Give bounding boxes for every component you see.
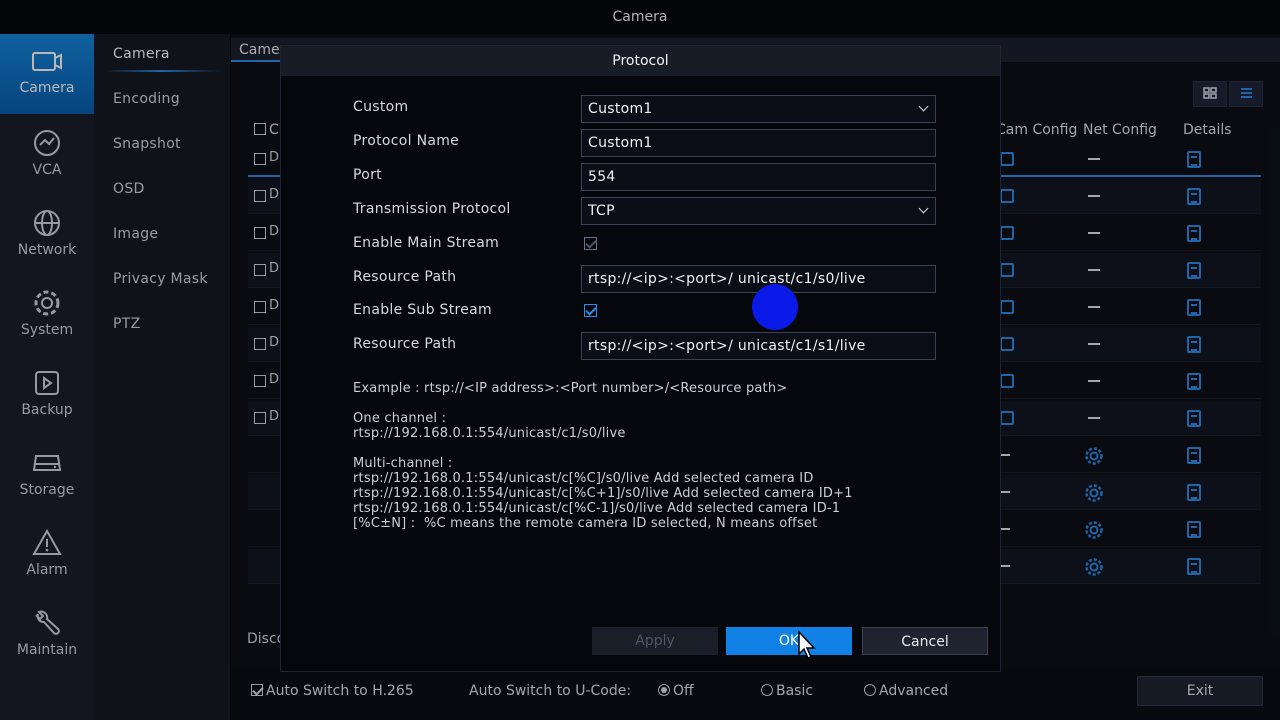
dialog-title: Protocol bbox=[281, 46, 1000, 76]
apply-button[interactable]: Apply bbox=[592, 627, 718, 655]
transmission-protocol-select[interactable]: TCP bbox=[581, 197, 936, 225]
custom-label: Custom bbox=[353, 99, 409, 115]
one-channel-text: One channel : rtsp://192.168.0.1:554/uni… bbox=[353, 411, 626, 441]
ok-button[interactable]: OK bbox=[726, 627, 852, 655]
resource-path-sub-input[interactable]: rtsp://<ip>:<port>/ unicast/c1/s1/live bbox=[581, 332, 936, 360]
example-text: Example : rtsp://<IP address>:<Port numb… bbox=[353, 381, 788, 396]
chevron-down-icon bbox=[918, 101, 929, 112]
protocol-dialog: Protocol Custom Custom1 Protocol Name Cu… bbox=[280, 45, 1001, 672]
touch-indicator bbox=[752, 284, 798, 330]
resource-path-sub-label: Resource Path bbox=[353, 336, 457, 352]
enable-main-stream-label: Enable Main Stream bbox=[353, 235, 500, 251]
port-label: Port bbox=[353, 167, 382, 183]
enable-sub-stream-label: Enable Sub Stream bbox=[353, 302, 492, 318]
port-input[interactable]: 554 bbox=[581, 163, 936, 191]
resource-path-main-label: Resource Path bbox=[353, 269, 457, 285]
multi-channel-text: Multi-channel : rtsp://192.168.0.1:554/u… bbox=[353, 456, 853, 531]
enable-sub-stream-checkbox[interactable] bbox=[584, 304, 597, 317]
cancel-button[interactable]: Cancel bbox=[862, 627, 988, 655]
protocol-name-input[interactable]: Custom1 bbox=[581, 129, 936, 157]
custom-select-value: Custom1 bbox=[588, 101, 653, 117]
enable-main-stream-checkbox bbox=[584, 237, 597, 250]
mouse-cursor-icon bbox=[798, 630, 816, 659]
transmission-protocol-label: Transmission Protocol bbox=[353, 201, 511, 217]
chevron-down-icon bbox=[918, 203, 929, 214]
custom-select[interactable]: Custom1 bbox=[581, 95, 936, 123]
resource-path-main-input[interactable]: rtsp://<ip>:<port>/ unicast/c1/s0/live bbox=[581, 265, 936, 293]
transmission-select-value: TCP bbox=[588, 203, 615, 219]
protocol-name-label: Protocol Name bbox=[353, 133, 460, 149]
